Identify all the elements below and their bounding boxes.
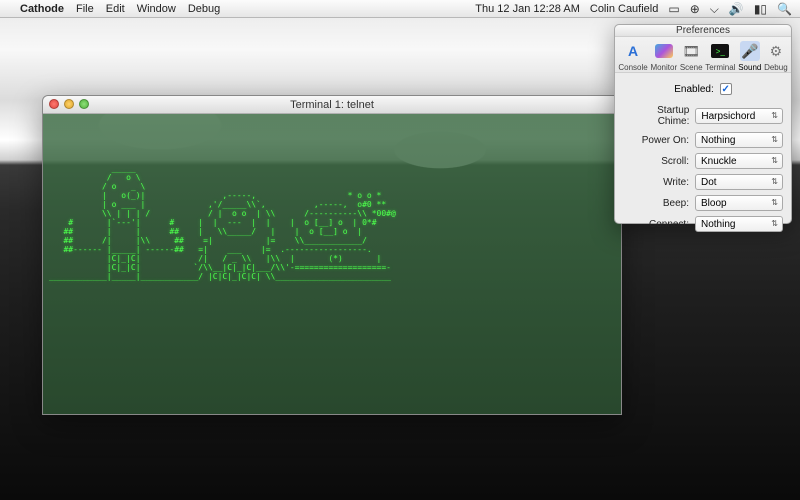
field-label: Power On: xyxy=(642,135,689,146)
chevron-updown-icon: ⇅ xyxy=(771,220,778,228)
startup-chime-select[interactable]: Harpsichord ⇅ xyxy=(695,108,783,124)
tab-label: Scene xyxy=(680,63,703,72)
tab-monitor[interactable]: Monitor xyxy=(650,41,677,72)
preferences-body: Enabled: ✓ Startup Chime: Harpsichord ⇅ … xyxy=(615,73,791,243)
preferences-window[interactable]: Preferences A Console Monitor 🎞 Scene >_… xyxy=(614,24,792,224)
field-label: Startup Chime: xyxy=(623,105,689,127)
menu-file[interactable]: File xyxy=(76,3,94,15)
power-on-select[interactable]: Nothing ⇅ xyxy=(695,132,783,148)
terminal-window[interactable]: Terminal 1: telnet _____ / o \ / o _ \ |… xyxy=(42,95,622,415)
scene-icon: 🎞 xyxy=(681,41,701,61)
field-label: Connect: xyxy=(649,219,689,230)
tab-terminal[interactable]: >_ Terminal xyxy=(705,41,735,72)
bluetooth-icon[interactable]: ⌵ xyxy=(710,3,719,15)
tab-console[interactable]: A Console xyxy=(618,41,647,72)
preferences-toolbar: A Console Monitor 🎞 Scene >_ Terminal 🎤 … xyxy=(615,37,791,73)
menubar-user[interactable]: Colin Caufield xyxy=(590,3,658,15)
beep-select[interactable]: Bloop ⇅ xyxy=(695,195,783,211)
menubar-clock[interactable]: Thu 12 Jan 12:28 AM xyxy=(475,3,580,15)
minimize-button[interactable] xyxy=(64,99,74,109)
write-select[interactable]: Dot ⇅ xyxy=(695,174,783,190)
menu-window[interactable]: Window xyxy=(137,3,176,15)
debug-icon: ⚙ xyxy=(766,41,786,61)
display-icon[interactable]: ▭ xyxy=(668,3,679,15)
battery-icon[interactable]: ▮▯ xyxy=(754,3,767,15)
tab-scene[interactable]: 🎞 Scene xyxy=(680,41,703,72)
terminal-body[interactable]: _____ / o \ / o _ \ | o(_)| ,-----, * o … xyxy=(43,114,621,414)
menu-edit[interactable]: Edit xyxy=(106,3,125,15)
tab-debug[interactable]: ⚙ Debug xyxy=(764,41,788,72)
app-menu[interactable]: Cathode xyxy=(20,3,64,15)
select-value: Knuckle xyxy=(701,156,737,167)
select-value: Nothing xyxy=(701,135,735,146)
tab-sound[interactable]: 🎤 Sound xyxy=(738,41,761,72)
select-value: Bloop xyxy=(701,198,727,209)
enabled-label: Enabled: xyxy=(674,84,713,95)
preferences-titlebar[interactable]: Preferences xyxy=(615,25,791,37)
terminal-icon: >_ xyxy=(710,41,730,61)
tab-label: Debug xyxy=(764,63,788,72)
connect-select[interactable]: Nothing ⇅ xyxy=(695,216,783,232)
select-value: Nothing xyxy=(701,219,735,230)
zoom-button[interactable] xyxy=(79,99,89,109)
enabled-checkbox[interactable]: ✓ xyxy=(720,83,732,95)
sound-icon: 🎤 xyxy=(740,41,760,61)
tab-label: Terminal xyxy=(705,63,735,72)
volume-icon[interactable]: 🔊 xyxy=(729,3,744,15)
wifi-icon[interactable]: ⊕ xyxy=(690,3,700,15)
field-label: Write: xyxy=(663,177,689,188)
chevron-updown-icon: ⇅ xyxy=(771,157,778,165)
preferences-title: Preferences xyxy=(676,25,730,36)
console-icon: A xyxy=(623,41,643,61)
scroll-select[interactable]: Knuckle ⇅ xyxy=(695,153,783,169)
field-label: Beep: xyxy=(663,198,689,209)
select-value: Harpsichord xyxy=(701,111,755,122)
spotlight-icon[interactable]: 🔍 xyxy=(777,3,792,15)
tab-label: Console xyxy=(618,63,647,72)
chevron-updown-icon: ⇅ xyxy=(771,178,778,186)
chevron-updown-icon: ⇅ xyxy=(771,112,778,120)
terminal-output: _____ / o \ / o _ \ | o(_)| ,-----, * o … xyxy=(49,164,615,281)
menu-debug[interactable]: Debug xyxy=(188,3,220,15)
menubar: Cathode File Edit Window Debug Thu 12 Ja… xyxy=(0,0,800,18)
terminal-title: Terminal 1: telnet xyxy=(290,99,374,111)
monitor-icon xyxy=(654,41,674,61)
close-button[interactable] xyxy=(49,99,59,109)
chevron-updown-icon: ⇅ xyxy=(771,136,778,144)
select-value: Dot xyxy=(701,177,717,188)
terminal-titlebar[interactable]: Terminal 1: telnet xyxy=(43,96,621,114)
tab-label: Sound xyxy=(738,63,761,72)
chevron-updown-icon: ⇅ xyxy=(771,199,778,207)
tab-label: Monitor xyxy=(650,63,677,72)
field-label: Scroll: xyxy=(661,156,689,167)
